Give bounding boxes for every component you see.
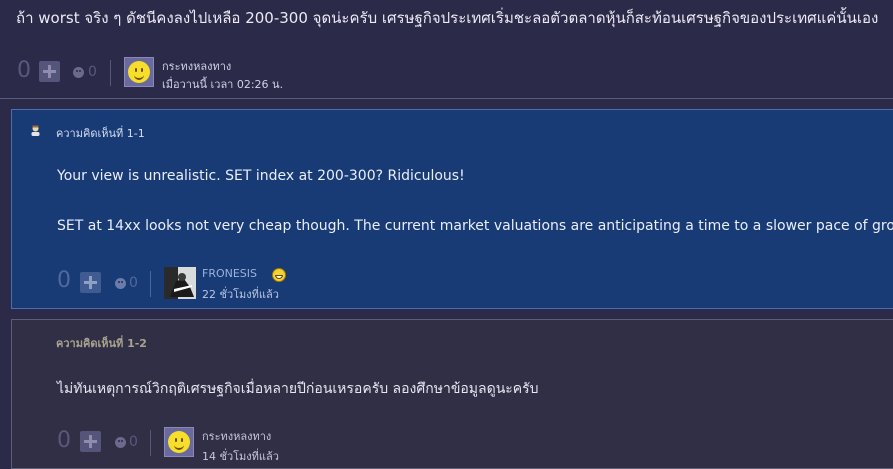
grin-emoticon-icon — [272, 268, 286, 282]
plus-icon[interactable] — [39, 61, 60, 82]
divider — [110, 60, 111, 86]
user-name-link[interactable]: FRONESIS — [202, 267, 257, 280]
plus-icon[interactable] — [80, 272, 101, 293]
divider — [0, 98, 893, 99]
divider — [150, 430, 151, 456]
comment-text-line2: SET at 14xx looks not very cheap though.… — [57, 218, 893, 234]
vote-count: 0 — [17, 58, 31, 83]
bad-vote-icon[interactable] — [115, 278, 126, 289]
comment-card-1-2: ความคิดเห็นที่ 1-2 ไม่ทันเหตุการณ์วิกฤติ… — [11, 319, 893, 469]
comment-text-line1: ไม่ทันเหตุการณ์วิกฤติเศรษฐกิจเมื่อหลายปี… — [57, 381, 539, 397]
divider — [150, 271, 151, 297]
smiley-avatar-icon — [168, 431, 190, 453]
reply-text: ถ้า worst จริง ๆ ดัชนีคงลงไปเหลือ 200-30… — [16, 9, 879, 27]
smiley-avatar-icon — [128, 61, 150, 83]
vote-count: 0 — [57, 428, 71, 453]
bad-vote-icon[interactable] — [115, 437, 126, 448]
bad-vote-count: 0 — [129, 275, 138, 291]
plus-icon[interactable] — [80, 431, 101, 452]
comment-label: ความคิดเห็นที่ 1-1 — [56, 127, 145, 140]
photo-avatar-icon — [164, 267, 196, 299]
post-time: 14 ชั่วโมงที่แล้ว — [202, 450, 279, 463]
user-name-link[interactable]: กระทงหลงทาง — [162, 57, 283, 75]
comment-text-line1: Your view is unrealistic. SET index at 2… — [57, 168, 465, 184]
bad-vote-icon[interactable] — [73, 67, 84, 78]
user-avatar[interactable] — [164, 267, 196, 299]
post-time: เมื่อวานนี้ เวลา 02:26 น. — [162, 78, 284, 91]
post-time: 22 ชั่วโมงที่แล้ว — [202, 288, 279, 301]
user-avatar[interactable] — [124, 57, 154, 87]
bad-vote-count: 0 — [129, 434, 138, 450]
comment-card-1-1: ความคิดเห็นที่ 1-1 Your view is unrealis… — [11, 109, 893, 309]
bad-vote-count: 0 — [88, 64, 97, 80]
person-icon — [31, 125, 40, 136]
comment-label: ความคิดเห็นที่ 1-2 — [56, 337, 147, 350]
user-name-link[interactable]: กระทงหลงทาง — [202, 427, 279, 445]
user-avatar[interactable] — [164, 427, 194, 457]
vote-count: 0 — [57, 268, 71, 293]
